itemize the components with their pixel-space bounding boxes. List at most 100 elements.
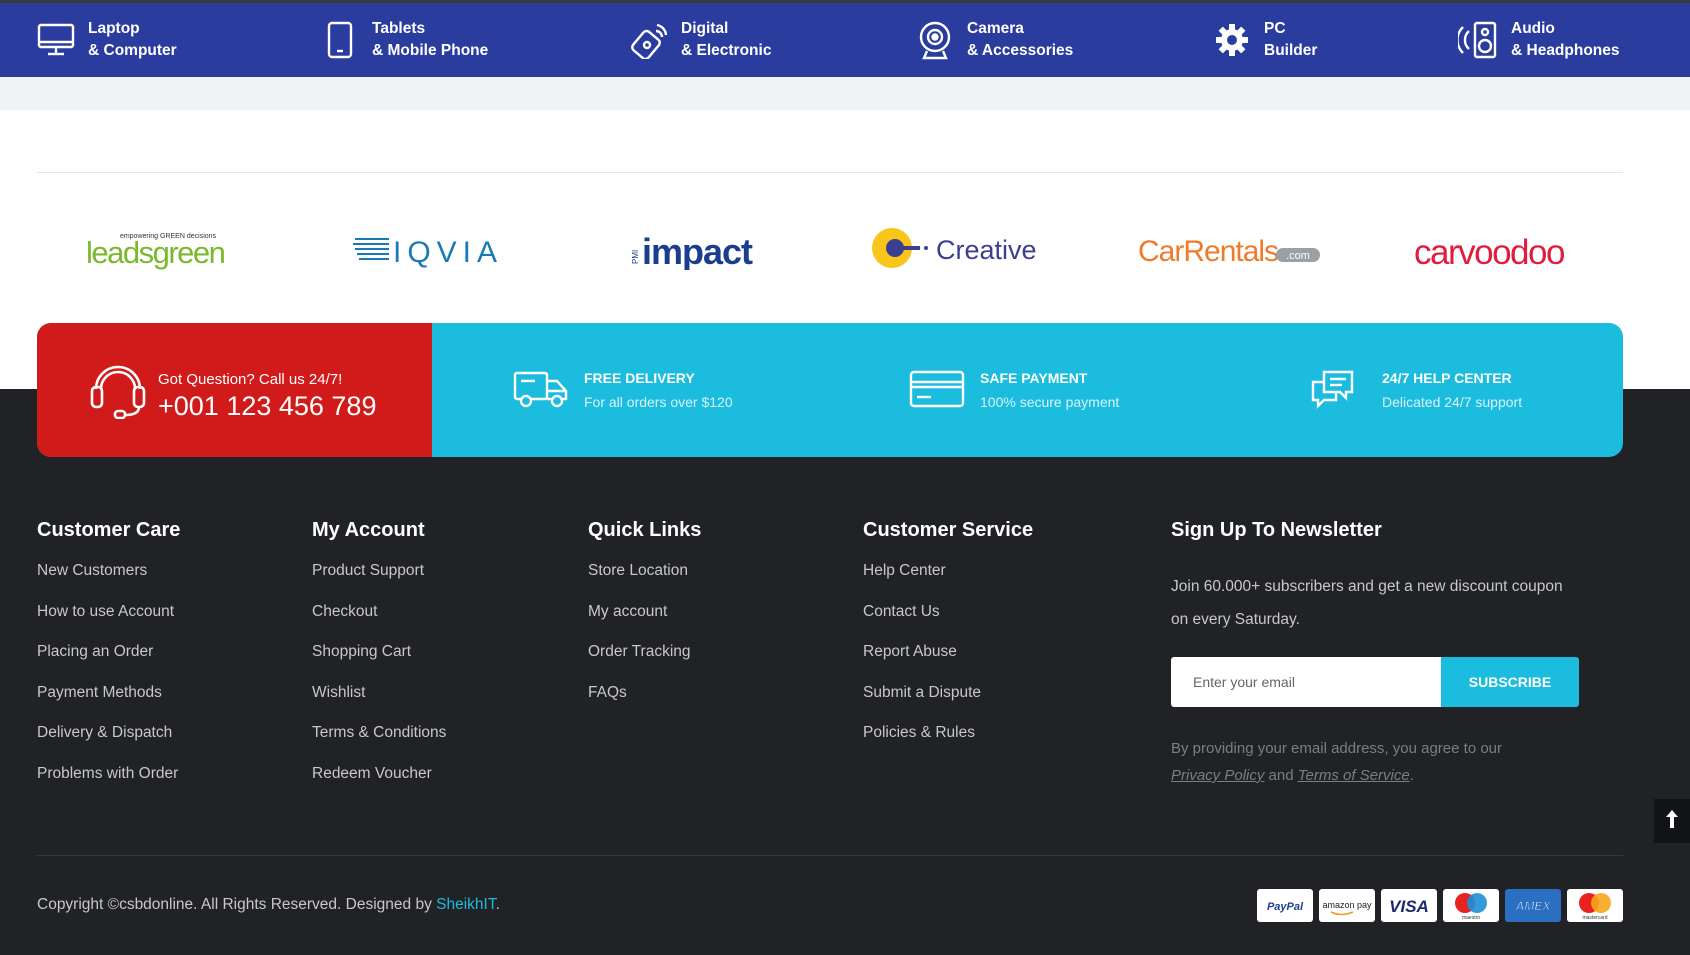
column-title: Customer Care xyxy=(37,519,181,541)
brand-name: CarRentals xyxy=(1138,235,1278,268)
brand-name: IQVIA xyxy=(393,236,503,269)
brand-name: carvoodoo xyxy=(1414,233,1564,270)
amex-icon: AMEX xyxy=(1505,889,1561,922)
footer-link[interactable]: My account xyxy=(588,603,701,644)
call-box: Got Question? Call us 24/7! +001 123 456… xyxy=(37,323,432,457)
copyright-period: . xyxy=(495,896,500,913)
brand-logo-impact[interactable]: PMI impact xyxy=(628,222,768,274)
gear-icon xyxy=(1210,18,1254,62)
mastercard-icon: mastercard xyxy=(1567,889,1623,922)
footer-column-customer-service: Customer Service Help Center Contact Us … xyxy=(863,519,1033,765)
feature-strip: Got Question? Call us 24/7! +001 123 456… xyxy=(37,323,1623,457)
footer-bottom-divider xyxy=(37,855,1623,856)
category-line1: Digital xyxy=(681,20,729,37)
designer-link[interactable]: SheikhIT xyxy=(436,896,495,913)
category-line1: PC xyxy=(1264,20,1286,37)
feature-subtitle: Delicated 24/7 support xyxy=(1382,394,1523,410)
footer-link[interactable]: Contact Us xyxy=(863,603,1033,644)
brand-logo-carrentals[interactable]: CarRentals .com xyxy=(1138,222,1323,274)
mobile-phone-icon xyxy=(318,18,362,62)
payment-label: VISA xyxy=(1389,897,1429,916)
category-tablets-mobile[interactable]: Tablets & Mobile Phone xyxy=(318,3,488,77)
back-to-top-button[interactable] xyxy=(1654,799,1690,843)
footer-link[interactable]: Submit a Dispute xyxy=(863,684,1033,725)
newsletter-form: SUBSCRIBE xyxy=(1171,657,1579,707)
subscribe-button[interactable]: SUBSCRIBE xyxy=(1441,657,1579,707)
category-line2: Builder xyxy=(1264,42,1318,59)
agreement-text: By providing your email address, you agr… xyxy=(1171,740,1503,757)
speaker-icon xyxy=(1457,18,1501,62)
footer-column-quick-links: Quick Links Store Location My account Or… xyxy=(588,519,701,724)
footer-link[interactable]: Checkout xyxy=(312,603,446,644)
category-digital-electronic[interactable]: Digital & Electronic xyxy=(627,3,771,77)
footer-link[interactable]: FAQs xyxy=(588,684,701,725)
category-pc-builder[interactable]: PC Builder xyxy=(1210,3,1317,77)
footer-link[interactable]: Store Location xyxy=(588,562,701,603)
truck-icon xyxy=(513,369,569,414)
category-audio-headphones[interactable]: Audio & Headphones xyxy=(1457,3,1620,77)
feature-title: 24/7 HELP CENTER xyxy=(1382,370,1512,386)
terms-of-service-link[interactable]: Terms of Service xyxy=(1298,767,1410,784)
category-nav: Laptop & Computer Tablets & Mobile Phone D… xyxy=(0,3,1690,77)
category-line1: Audio xyxy=(1511,20,1555,37)
footer-link[interactable]: Order Tracking xyxy=(588,643,701,684)
privacy-policy-link[interactable]: Privacy Policy xyxy=(1171,767,1264,784)
category-line1: Camera xyxy=(967,20,1024,37)
webcam-icon xyxy=(913,18,957,62)
column-title: My Account xyxy=(312,519,425,541)
footer-link[interactable]: Report Abuse xyxy=(863,643,1033,684)
feature-help-center: 24/7 HELP CENTER Delicated 24/7 support xyxy=(1310,323,1610,457)
agreement-period: . xyxy=(1409,767,1414,784)
footer-link[interactable]: Redeem Voucher xyxy=(312,765,446,806)
feature-safe-payment: SAFE PAYMENT 100% secure payment xyxy=(909,323,1269,457)
footer-link[interactable]: New Customers xyxy=(37,562,180,603)
brand-logo-iqvia[interactable]: IQVIA xyxy=(353,222,513,274)
brand-name: impact xyxy=(642,231,753,270)
footer-link[interactable]: Terms & Conditions xyxy=(312,724,446,765)
credit-card-icon xyxy=(909,369,965,414)
chat-bubbles-icon xyxy=(1310,369,1356,414)
call-phone-number[interactable]: +001 123 456 789 xyxy=(158,391,376,422)
paypal-icon: PayPal xyxy=(1257,889,1313,922)
footer-column-my-account: My Account Product Support Checkout Shop… xyxy=(312,519,446,805)
feature-subtitle: 100% secure payment xyxy=(980,394,1120,410)
footer-link[interactable]: How to use Account xyxy=(37,603,180,644)
footer-link[interactable]: Placing an Order xyxy=(37,643,180,684)
category-line1: Tablets xyxy=(372,20,426,37)
newsletter: Sign Up To Newsletter Join 60.000+ subsc… xyxy=(1171,519,1591,784)
footer-link[interactable]: Policies & Rules xyxy=(863,724,1033,765)
feature-subtitle: For all orders over $120 xyxy=(584,394,733,410)
call-question: Got Question? Call us 24/7! xyxy=(158,371,343,388)
category-camera-accessories[interactable]: Camera & Accessories xyxy=(913,3,1073,77)
category-line2: & Computer xyxy=(88,42,177,59)
newsletter-description: Join 60.000+ subscribers and get a new d… xyxy=(1171,578,1563,628)
category-line2: & Electronic xyxy=(681,42,772,59)
maestro-icon: maestro xyxy=(1443,889,1499,922)
amazon-pay-icon: amazon pay xyxy=(1319,889,1375,922)
footer-link[interactable]: Help Center xyxy=(863,562,1033,603)
agreement-and: and xyxy=(1268,767,1294,784)
payment-label: maestro xyxy=(1462,915,1480,921)
brand-logo-creative[interactable]: Creative xyxy=(868,222,1058,274)
brand-logo-carvoodoo[interactable]: carvoodoo xyxy=(1412,222,1582,274)
footer-link[interactable]: Product Support xyxy=(312,562,446,603)
footer-column-customer-care: Customer Care New Customers How to use A… xyxy=(37,519,180,805)
payment-label: mastercard xyxy=(1582,915,1607,921)
footer-link[interactable]: Wishlist xyxy=(312,684,446,725)
copyright: Copyright ©csbdonline. All Rights Reserv… xyxy=(37,896,500,914)
newsletter-email-input[interactable] xyxy=(1171,657,1441,707)
category-line2: & Mobile Phone xyxy=(372,42,489,59)
arrow-up-icon xyxy=(1665,809,1679,834)
footer-link[interactable]: Problems with Order xyxy=(37,765,180,806)
category-laptop-computer[interactable]: Laptop & Computer xyxy=(34,3,177,77)
brand-name: leadsgreen xyxy=(86,235,225,270)
payment-label: AMEX xyxy=(1515,899,1552,913)
brand-divider xyxy=(37,172,1623,173)
footer-link[interactable]: Delivery & Dispatch xyxy=(37,724,180,765)
footer-link[interactable]: Payment Methods xyxy=(37,684,180,725)
brand-logo-leadsgreen[interactable]: empowering GREEN decisions leadsgreen xyxy=(86,222,246,274)
payment-methods: PayPal amazon pay VISA maestro AMEX mast… xyxy=(1257,889,1623,922)
footer-link[interactable]: Shopping Cart xyxy=(312,643,446,684)
category-line2: & Accessories xyxy=(967,42,1074,59)
feature-title: FREE DELIVERY xyxy=(584,370,695,386)
